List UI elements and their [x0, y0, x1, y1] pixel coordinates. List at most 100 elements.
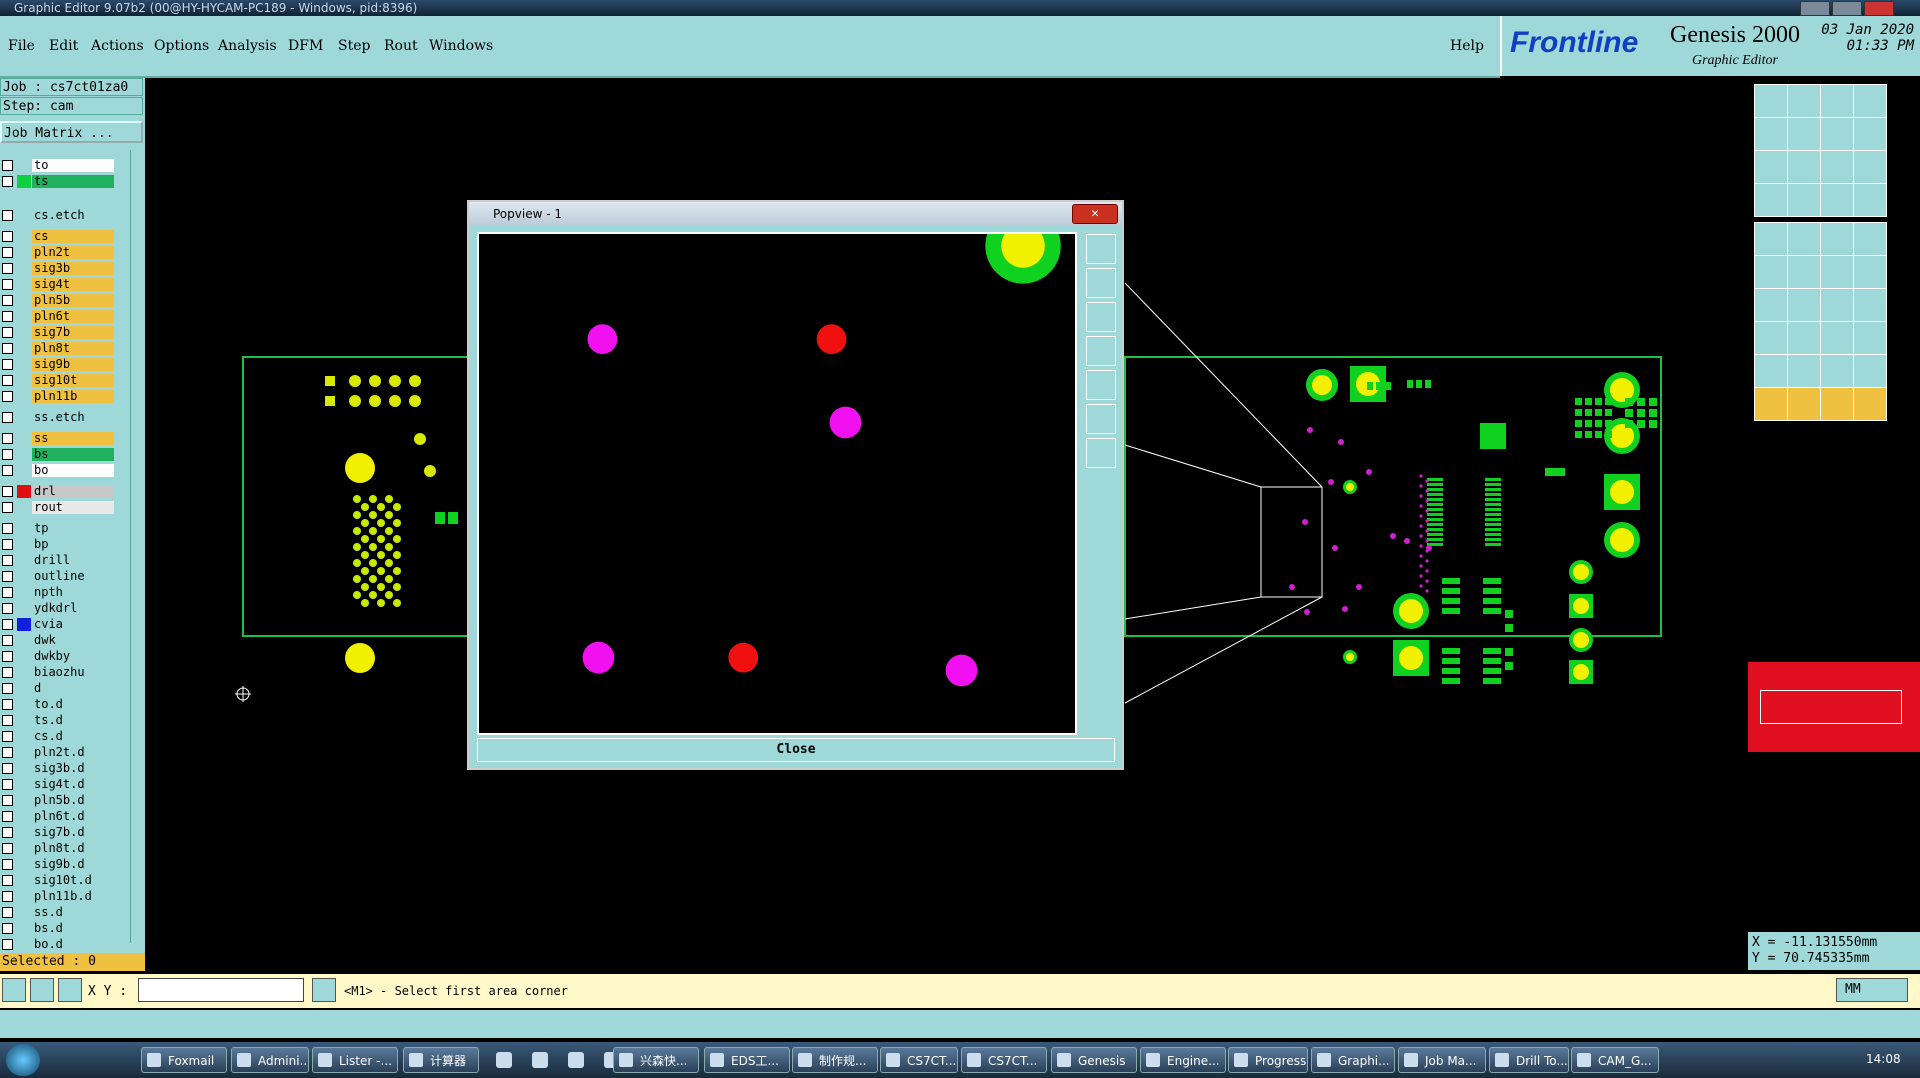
layer-checkbox[interactable] — [2, 923, 13, 934]
layer-row[interactable]: sig10t — [0, 373, 118, 388]
layer-name[interactable]: to.d — [32, 698, 114, 711]
layer-row[interactable]: biaozhu — [0, 665, 118, 680]
layer-checkbox[interactable] — [2, 603, 13, 614]
layer-name[interactable]: ss.etch — [32, 411, 114, 424]
layer-row[interactable]: pln2t — [0, 245, 118, 260]
layer-checkbox[interactable] — [2, 176, 13, 187]
menu-analysis[interactable]: Analysis — [218, 38, 277, 54]
layer-color-swatch[interactable] — [17, 432, 31, 445]
multi-select-icon[interactable] — [1853, 387, 1887, 421]
layer-checkbox[interactable] — [2, 210, 13, 221]
taskbar-button[interactable]: CAM_G... — [1571, 1047, 1659, 1073]
layer-row[interactable]: bs.d — [0, 921, 118, 936]
popview-zoom-out-button[interactable] — [1086, 302, 1116, 332]
layer-name[interactable]: bp — [32, 538, 114, 551]
layer-name[interactable]: pln11b — [32, 390, 114, 403]
layer-row[interactable]: pln6t — [0, 309, 118, 324]
layer-checkbox[interactable] — [2, 391, 13, 402]
layer-color-swatch[interactable] — [17, 159, 31, 172]
layer-row[interactable]: pln2t.d — [0, 745, 118, 760]
menu-dfm[interactable]: DFM — [288, 38, 323, 54]
layer-name[interactable]: ts — [32, 175, 114, 188]
measure-icon[interactable] — [30, 978, 54, 1002]
align-feature-icon[interactable] — [1820, 321, 1854, 355]
layer-row[interactable]: outline — [0, 569, 118, 584]
layer-name[interactable]: ydkdrl — [32, 602, 114, 615]
taskbar-button[interactable]: Graphi... — [1311, 1047, 1395, 1073]
shape-tool-icon[interactable] — [1820, 354, 1854, 388]
layer-color-swatch[interactable] — [17, 246, 31, 259]
layer-name[interactable]: tp — [32, 522, 114, 535]
layer-checkbox[interactable] — [2, 555, 13, 566]
taskbar-button[interactable]: 兴森快... — [613, 1047, 699, 1073]
layer-checkbox[interactable] — [2, 891, 13, 902]
layer-checkbox[interactable] — [2, 699, 13, 710]
layer-name[interactable]: ss.d — [32, 906, 114, 919]
zoom-home-icon[interactable] — [1820, 117, 1854, 151]
layer-row[interactable]: to — [0, 158, 118, 173]
grid-icon[interactable] — [58, 978, 82, 1002]
layer-name[interactable]: drl — [32, 485, 114, 498]
layer-name[interactable]: pln11b.d — [32, 890, 114, 903]
layer-color-swatch[interactable] — [17, 762, 31, 775]
layer-row[interactable]: pln11b — [0, 389, 118, 404]
popview-zoom-fit-button[interactable] — [1086, 234, 1116, 264]
move-feature-icon[interactable] — [1754, 321, 1788, 355]
layer-checkbox[interactable] — [2, 651, 13, 662]
layer-checkbox[interactable] — [2, 247, 13, 258]
taskbar-button[interactable]: Lister -... — [312, 1047, 398, 1073]
taskbar-button[interactable]: EDS工... — [704, 1047, 790, 1073]
layer-row[interactable]: dwkby — [0, 649, 118, 664]
layer-checkbox[interactable] — [2, 619, 13, 630]
layer-row[interactable]: dwk — [0, 633, 118, 648]
taskbar-button[interactable]: CS7CT... — [961, 1047, 1047, 1073]
pan-right-icon[interactable] — [1787, 117, 1821, 151]
layer-color-swatch[interactable] — [17, 666, 31, 679]
layer-checkbox[interactable] — [2, 811, 13, 822]
layer-row[interactable]: bp — [0, 537, 118, 552]
layer-name[interactable]: pln5b.d — [32, 794, 114, 807]
layer-row[interactable]: npth — [0, 585, 118, 600]
layer-color-swatch[interactable] — [17, 938, 31, 951]
layer-name[interactable]: sig4t — [32, 278, 114, 291]
layer-name[interactable]: biaozhu — [32, 666, 114, 679]
layer-name[interactable]: sig7b.d — [32, 826, 114, 839]
layer-row[interactable]: ss — [0, 431, 118, 446]
taskbar-button[interactable]: Progress — [1228, 1047, 1308, 1073]
layer-color-swatch[interactable] — [17, 858, 31, 871]
layer-color-swatch[interactable] — [17, 262, 31, 275]
measure-point-icon[interactable] — [1754, 222, 1788, 256]
layer-name[interactable]: sig10t — [32, 374, 114, 387]
layer-name[interactable]: bs — [32, 448, 114, 461]
arrow-select-icon[interactable] — [1787, 387, 1821, 421]
input-mode-icon[interactable] — [312, 978, 336, 1002]
layer-checkbox[interactable] — [2, 359, 13, 370]
layer-checkbox[interactable] — [2, 939, 13, 950]
layer-checkbox[interactable] — [2, 859, 13, 870]
layer-checkbox[interactable] — [2, 539, 13, 550]
layer-name[interactable]: dwkby — [32, 650, 114, 663]
layer-checkbox[interactable] — [2, 160, 13, 171]
menu-step[interactable]: Step — [338, 38, 370, 54]
layer-checkbox[interactable] — [2, 731, 13, 742]
layer-color-swatch[interactable] — [17, 209, 31, 222]
layer-color-swatch[interactable] — [17, 922, 31, 935]
maximize-button[interactable] — [1832, 1, 1862, 16]
layer-row[interactable]: bo — [0, 463, 118, 478]
point-to-point-icon[interactable] — [1820, 255, 1854, 289]
layer-row[interactable]: sig7b.d — [0, 825, 118, 840]
layer-name[interactable]: pln2t — [32, 246, 114, 259]
layer-name[interactable]: cvia — [32, 618, 114, 631]
popview-zoom-in-button[interactable] — [1086, 268, 1116, 298]
move-layer-down-icon[interactable] — [1787, 84, 1821, 118]
layer-color-swatch[interactable] — [17, 448, 31, 461]
quicklaunch-icon[interactable] — [532, 1052, 548, 1068]
layer-checkbox[interactable] — [2, 412, 13, 423]
layer-row[interactable]: sig10t.d — [0, 873, 118, 888]
zoom-refresh-icon[interactable] — [1853, 117, 1887, 151]
layer-row[interactable]: ss.etch — [0, 410, 118, 425]
popview-close-x-button[interactable]: ✕ — [1072, 204, 1118, 224]
arc-tool-icon[interactable] — [1820, 288, 1854, 322]
layer-color-swatch[interactable] — [17, 794, 31, 807]
add-line-icon[interactable] — [1754, 288, 1788, 322]
